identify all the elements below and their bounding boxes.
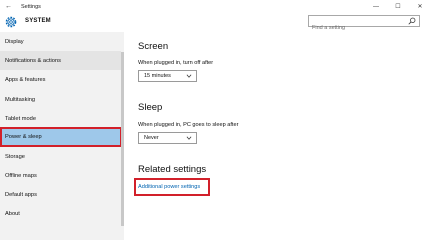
chevron-down-icon bbox=[186, 74, 192, 78]
sidebar-item-tablet-mode[interactable]: Tablet mode bbox=[0, 109, 122, 128]
sidebar-item-about[interactable]: About bbox=[0, 204, 122, 223]
screen-timeout-label: When plugged in, turn off after bbox=[138, 60, 214, 66]
chevron-down-icon bbox=[186, 136, 192, 140]
sidebar-item-apps-features[interactable]: Apps & features bbox=[0, 70, 122, 89]
back-button[interactable]: ← bbox=[0, 0, 17, 13]
gear-icon bbox=[5, 16, 17, 28]
sleep-timeout-label: When plugged in, PC goes to sleep after bbox=[138, 122, 239, 128]
page-header: SYSTEM bbox=[0, 13, 431, 33]
sidebar: Display Notifications & actions Apps & f… bbox=[0, 32, 124, 240]
sleep-timeout-value: Never bbox=[144, 135, 159, 141]
content-scrollbar[interactable] bbox=[427, 32, 431, 240]
screen-timeout-value: 15 minutes bbox=[144, 73, 171, 79]
title-bar: ← Settings — ☐ ✕ bbox=[0, 0, 431, 13]
related-settings-heading: Related settings bbox=[138, 164, 207, 175]
search-box[interactable] bbox=[308, 15, 420, 33]
screen-timeout-dropdown[interactable]: 15 minutes bbox=[138, 70, 197, 82]
additional-power-settings-link[interactable]: Additional power settings bbox=[138, 184, 200, 190]
sidebar-item-default-apps[interactable]: Default apps bbox=[0, 185, 122, 204]
window-title: Settings bbox=[21, 3, 41, 10]
sidebar-item-offline-maps[interactable]: Offline maps bbox=[0, 166, 122, 185]
sleep-heading: Sleep bbox=[138, 102, 163, 113]
maximize-button[interactable]: ☐ bbox=[387, 0, 409, 13]
sleep-timeout-dropdown[interactable]: Never bbox=[138, 132, 197, 144]
search-icon[interactable] bbox=[408, 17, 416, 25]
minimize-button[interactable]: — bbox=[365, 0, 387, 13]
screen-heading: Screen bbox=[138, 41, 169, 52]
sidebar-item-storage[interactable]: Storage bbox=[0, 147, 122, 166]
sidebar-item-multitasking[interactable]: Multitasking bbox=[0, 90, 122, 109]
sidebar-item-notifications[interactable]: Notifications & actions bbox=[0, 51, 122, 70]
main-content: Screen When plugged in, turn off after 1… bbox=[124, 32, 431, 240]
close-button[interactable]: ✕ bbox=[409, 0, 431, 13]
sidebar-item-display[interactable]: Display bbox=[0, 32, 122, 51]
page-title: SYSTEM bbox=[25, 18, 51, 24]
sidebar-item-power-sleep[interactable]: Power & sleep bbox=[0, 127, 122, 147]
